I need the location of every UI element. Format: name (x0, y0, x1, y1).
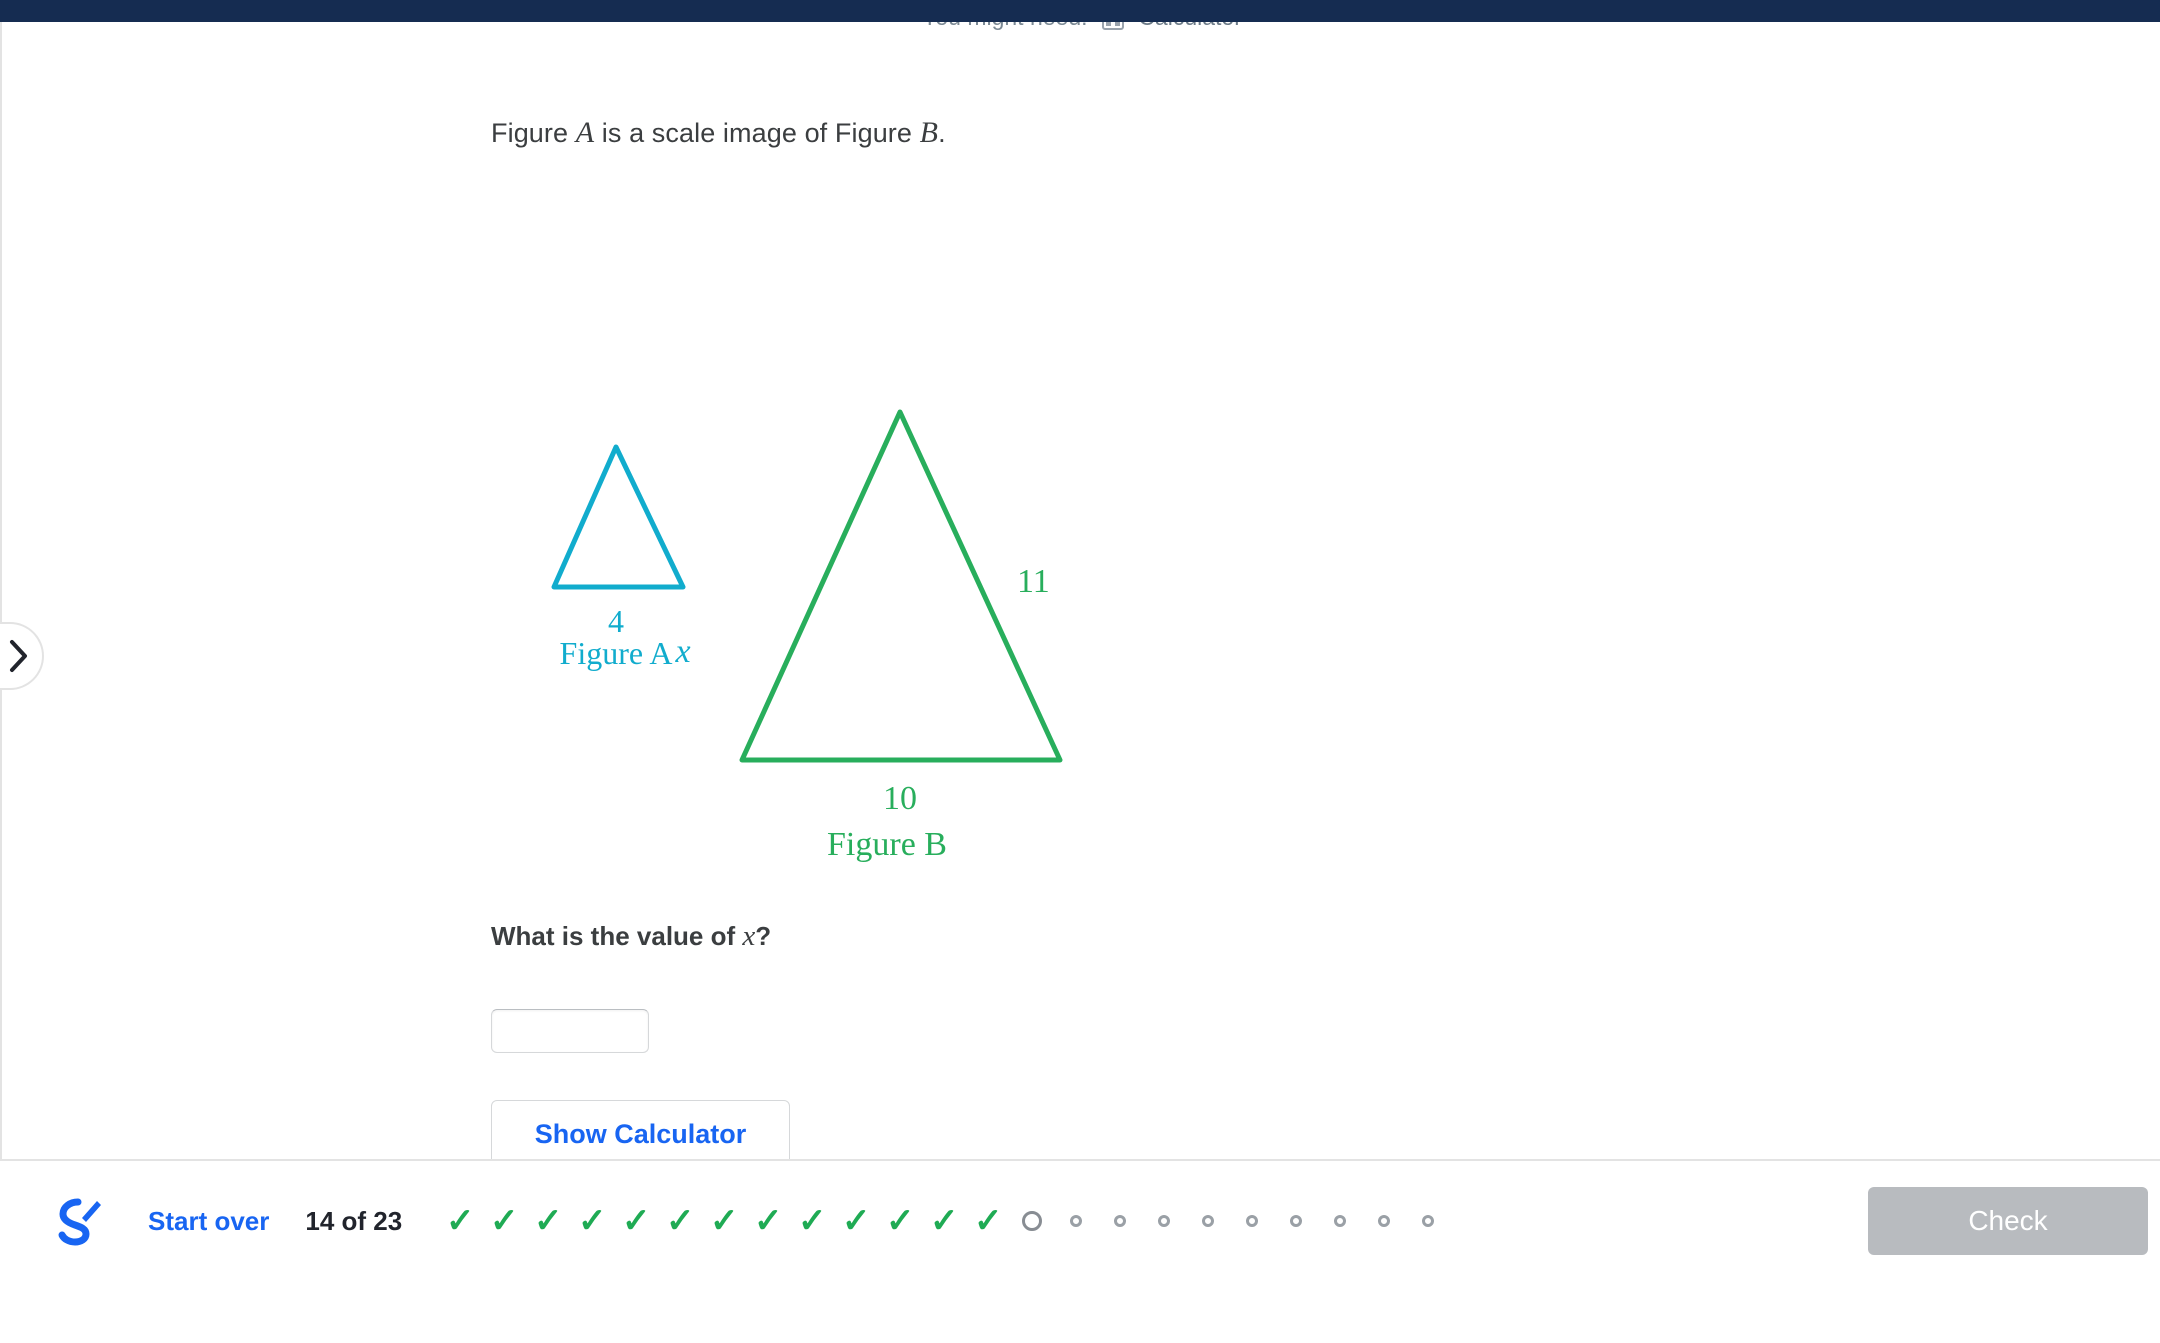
progress-dot-future (1098, 1199, 1142, 1243)
progress-dot-correct: ✓ (966, 1199, 1010, 1243)
khan-academy-pencil-icon (58, 1198, 101, 1246)
progress-dot-correct: ✓ (878, 1199, 922, 1243)
figure-b-side-label: 11 (1017, 563, 1050, 600)
check-icon: ✓ (533, 1202, 563, 1240)
progress-dot-future (1054, 1199, 1098, 1243)
progress-dot-future (1274, 1199, 1318, 1243)
exercise-card: You might need: Calculator Figure A is a… (0, 22, 2160, 1159)
figure-b-name-label: Figure B (827, 826, 947, 863)
statement-text-1: Figure (491, 118, 576, 148)
circle-outline-icon (1022, 1211, 1043, 1231)
check-icon: ✓ (621, 1202, 651, 1240)
check-icon: ✓ (489, 1202, 519, 1240)
progress-dot-future (1186, 1199, 1230, 1243)
check-icon: ✓ (709, 1202, 739, 1240)
answer-input[interactable] (491, 1009, 649, 1053)
figure-a-group: x 4 Figure A (551, 444, 691, 671)
circle-small-icon (1422, 1215, 1435, 1227)
figure-a-triangle (551, 444, 686, 590)
figures-illustration: x 4 Figure A 11 10 Figure B (2, 172, 2160, 892)
check-icon: ✓ (753, 1202, 783, 1240)
circle-small-icon (1290, 1215, 1303, 1227)
progress-dot-correct: ✓ (790, 1199, 834, 1243)
problem-statement: Figure A is a scale image of Figure B. (491, 110, 946, 155)
progress-dot-future (1142, 1199, 1186, 1243)
progress-dot-correct: ✓ (614, 1199, 658, 1243)
progress-dot-correct: ✓ (570, 1199, 614, 1243)
check-icon: ✓ (797, 1202, 827, 1240)
progress-dot-correct: ✓ (438, 1199, 482, 1243)
figure-b-group: 11 10 Figure B (739, 409, 1063, 863)
progress-dot-correct: ✓ (834, 1199, 878, 1243)
exercise-footer: Start over 14 of 23 ✓ ✓ ✓ ✓ ✓ ✓ ✓ ✓ ✓ ✓ ✓ ✓ ✓ Check (0, 1159, 2160, 1343)
progress-dot-correct: ✓ (658, 1199, 702, 1243)
circle-small-icon (1378, 1215, 1391, 1227)
chevron-right-icon (10, 640, 27, 672)
check-icon: ✓ (973, 1202, 1003, 1240)
check-icon: ✓ (841, 1202, 871, 1240)
circle-small-icon (1246, 1215, 1259, 1227)
check-icon: ✓ (885, 1202, 915, 1240)
progress-dots: ✓ ✓ ✓ ✓ ✓ ✓ ✓ ✓ ✓ ✓ ✓ ✓ ✓ (438, 1199, 1450, 1243)
top-navigation-bar (0, 0, 2160, 22)
statement-variable-a: A (575, 116, 595, 149)
sub-question-text-2: ? (755, 921, 772, 951)
sub-question-text-1: What is the value of (491, 921, 743, 951)
statement-text-2: is a scale image of Figure (594, 118, 920, 148)
figure-b-base-label: 10 (883, 780, 917, 817)
show-calculator-button[interactable]: Show Calculator (491, 1100, 790, 1159)
progress-dot-correct: ✓ (482, 1199, 526, 1243)
check-icon: ✓ (665, 1202, 695, 1240)
check-icon: ✓ (929, 1202, 959, 1240)
circle-small-icon (1202, 1215, 1215, 1227)
check-icon: ✓ (577, 1202, 607, 1240)
circle-small-icon (1158, 1215, 1171, 1227)
you-might-need-label: You might need: (922, 22, 1087, 30)
figure-a-base-label: 4 (608, 603, 624, 639)
progress-dot-future (1318, 1199, 1362, 1243)
progress-dot-correct: ✓ (702, 1199, 746, 1243)
statement-text-3: . (938, 118, 946, 148)
progress-dot-correct: ✓ (746, 1199, 790, 1243)
calculator-icon (1101, 22, 1124, 30)
progress-dot-correct: ✓ (526, 1199, 570, 1243)
progress-dot-current (1010, 1199, 1054, 1243)
start-over-link[interactable]: Start over (148, 1206, 269, 1237)
circle-small-icon (1070, 1215, 1083, 1227)
progress-dot-correct: ✓ (922, 1199, 966, 1243)
figure-b-triangle (739, 409, 1063, 763)
figure-a-side-label: x (674, 633, 690, 670)
sub-question: What is the value of x? (491, 920, 771, 953)
progress-dot-future (1362, 1199, 1406, 1243)
you-might-need-hint: You might need: Calculator (2, 22, 2160, 31)
calculator-hint-label: Calculator (1138, 22, 1242, 30)
figure-a-name-label: Figure A (560, 635, 673, 671)
progress-dot-future (1230, 1199, 1274, 1243)
check-icon: ✓ (445, 1202, 475, 1240)
circle-small-icon (1334, 1215, 1347, 1227)
triangles-svg: x 4 Figure A 11 10 Figure B (551, 409, 1063, 863)
progress-dot-future (1406, 1199, 1450, 1243)
progress-count: 14 of 23 (305, 1205, 403, 1236)
sub-question-variable: x (742, 920, 756, 952)
statement-variable-b: B (919, 116, 939, 149)
circle-small-icon (1114, 1215, 1127, 1227)
check-button[interactable]: Check (1868, 1187, 2148, 1255)
